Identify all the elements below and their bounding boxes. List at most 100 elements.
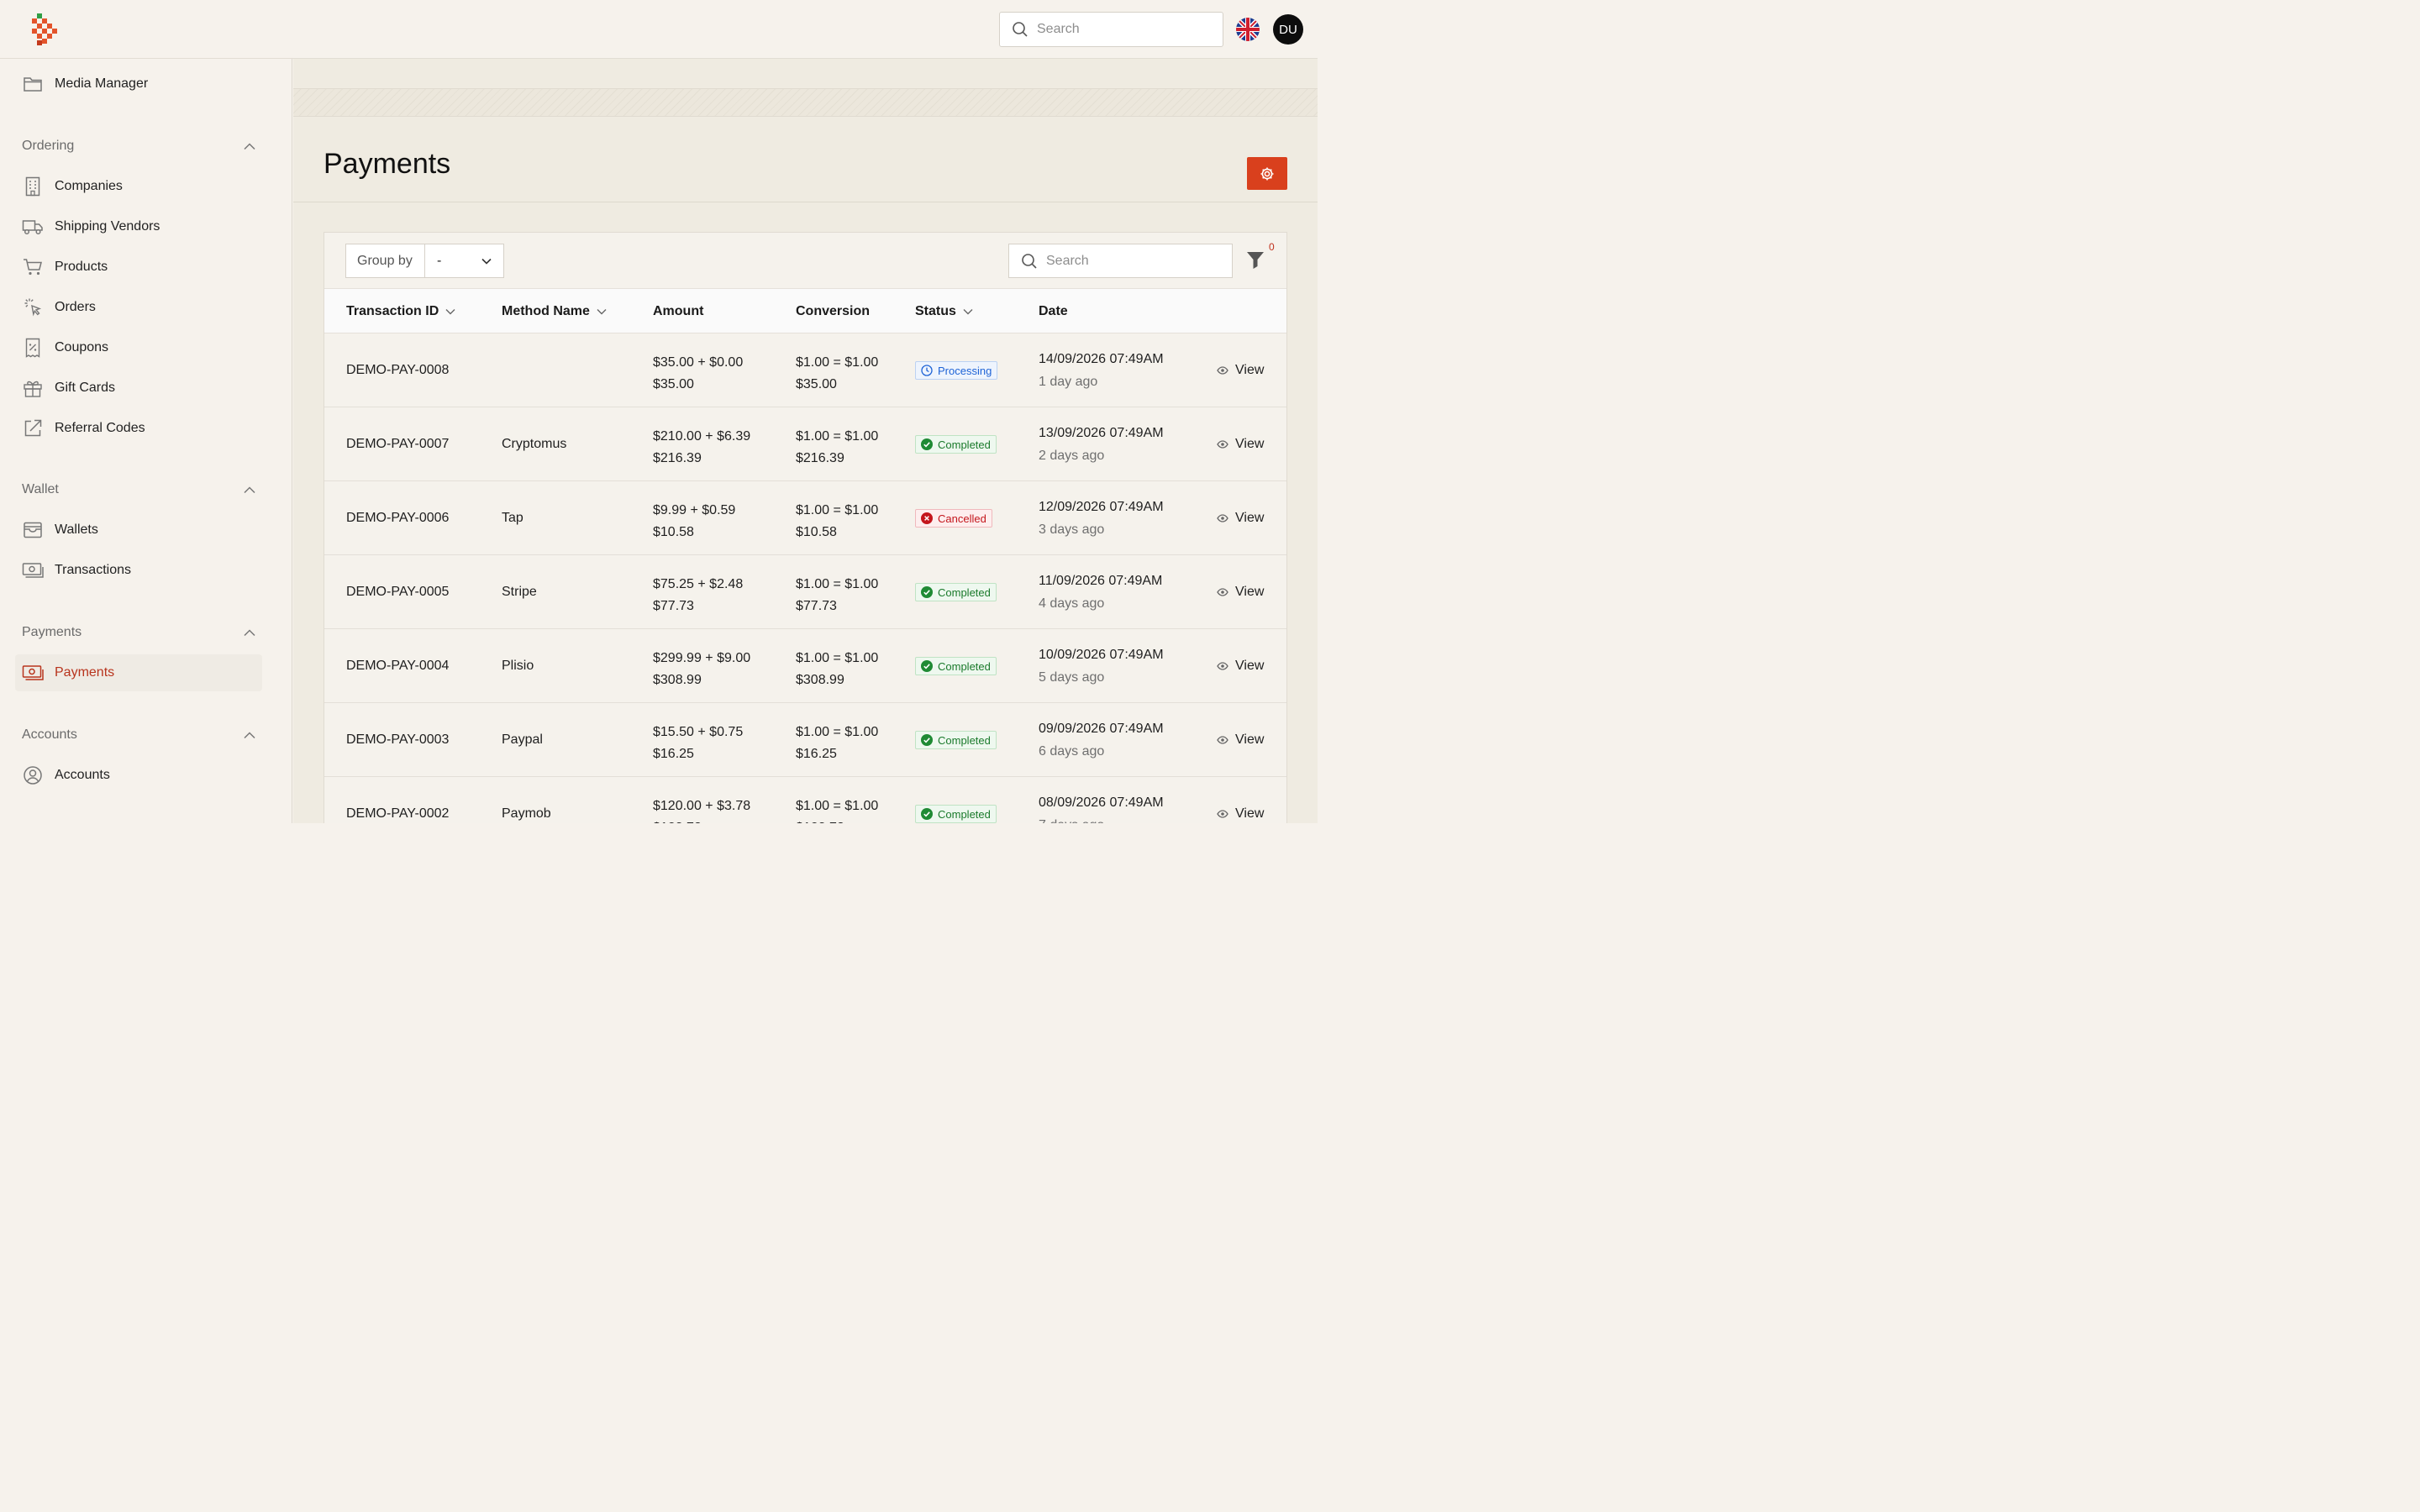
column-label: Amount bbox=[653, 304, 704, 318]
logo-icon[interactable] bbox=[30, 13, 57, 45]
status-cell: Cancelled bbox=[915, 481, 992, 555]
amount-breakdown: $299.99 + $9.00 bbox=[653, 651, 751, 665]
sidebar-item-products[interactable]: Products bbox=[15, 249, 262, 286]
uk-flag-icon[interactable] bbox=[1236, 18, 1260, 41]
user-circle-icon bbox=[22, 764, 44, 786]
header-pattern bbox=[293, 88, 1318, 117]
column-label: Status bbox=[915, 304, 956, 318]
eye-icon bbox=[1217, 366, 1228, 375]
global-search-input[interactable] bbox=[1037, 22, 1205, 37]
amount-total: $35.00 bbox=[653, 377, 694, 391]
date-cell: 13/09/2026 07:49AM 2 days ago bbox=[1039, 423, 1164, 466]
view-button[interactable]: View bbox=[1217, 777, 1264, 823]
column-header-conversion: Conversion bbox=[796, 289, 870, 334]
status-cell: Completed bbox=[915, 777, 997, 823]
amount-breakdown: $210.00 + $6.39 bbox=[653, 429, 751, 444]
table-search[interactable] bbox=[1008, 244, 1233, 278]
external-link-icon bbox=[22, 417, 44, 439]
table-search-input[interactable] bbox=[1046, 253, 1214, 269]
conversion-rate: $1.00 = $1.00 bbox=[796, 725, 879, 739]
building-icon bbox=[22, 176, 44, 197]
chevron-up-icon bbox=[244, 628, 255, 636]
sidebar-item-wallets[interactable]: Wallets bbox=[15, 512, 262, 549]
cash-icon bbox=[22, 662, 44, 684]
method-name: Stripe bbox=[502, 585, 537, 599]
sidebar-section-payments[interactable]: Payments bbox=[22, 622, 255, 643]
group-by-value: - bbox=[437, 253, 442, 268]
status-badge: Processing bbox=[915, 361, 998, 380]
search-icon bbox=[1013, 22, 1028, 37]
table-row: DEMO-PAY-0007 Cryptomus $210.00 + $6.39 … bbox=[324, 407, 1286, 481]
sidebar-item-accounts[interactable]: Accounts bbox=[15, 757, 262, 794]
column-header-status[interactable]: Status bbox=[915, 289, 973, 334]
amount-total: $308.99 bbox=[653, 673, 702, 687]
amount-cell: $9.99 + $0.59 $10.58 bbox=[653, 500, 735, 543]
filter-count-badge: 0 bbox=[1269, 241, 1275, 253]
conversion-cell: $1.00 = $1.00 $77.73 bbox=[796, 574, 878, 617]
chevron-up-icon bbox=[244, 731, 255, 738]
amount-breakdown: $9.99 + $0.59 bbox=[653, 503, 736, 517]
status-label: Completed bbox=[938, 659, 991, 673]
sidebar-section-wallet[interactable]: Wallet bbox=[22, 480, 255, 500]
page-title: Payments bbox=[324, 148, 451, 180]
sidebar-item-payments[interactable]: Payments bbox=[15, 654, 262, 691]
column-label: Date bbox=[1039, 304, 1068, 318]
table-row: DEMO-PAY-0006 Tap $9.99 + $0.59 $10.58 $… bbox=[324, 481, 1286, 555]
status-cell: Processing bbox=[915, 333, 998, 407]
user-avatar[interactable]: DU bbox=[1273, 14, 1303, 45]
top-bar: DU bbox=[0, 0, 1318, 59]
status-label: Completed bbox=[938, 807, 991, 821]
view-button[interactable]: View bbox=[1217, 703, 1264, 777]
filter-icon[interactable] bbox=[1245, 249, 1265, 271]
status-badge: Completed bbox=[915, 583, 997, 601]
sidebar-item-transactions[interactable]: Transactions bbox=[15, 552, 262, 589]
sidebar: Media Manager Ordering Companies Shippin… bbox=[0, 59, 292, 823]
view-button[interactable]: View bbox=[1217, 333, 1264, 407]
group-by-control[interactable]: Group by - bbox=[345, 244, 504, 278]
table-row: DEMO-PAY-0002 Paymob $120.00 + $3.78 $12… bbox=[324, 777, 1286, 823]
folder-icon bbox=[22, 73, 44, 95]
section-title: Wallet bbox=[22, 482, 59, 496]
sidebar-item-orders[interactable]: Orders bbox=[15, 289, 262, 326]
amount-total: $123.78 bbox=[653, 817, 750, 823]
view-label: View bbox=[1235, 437, 1265, 451]
view-label: View bbox=[1235, 806, 1265, 821]
date-value: 09/09/2026 07:49AM bbox=[1039, 722, 1164, 736]
table-row: DEMO-PAY-0003 Paypal $15.50 + $0.75 $16.… bbox=[324, 703, 1286, 777]
group-by-select[interactable]: - bbox=[425, 244, 503, 277]
eye-icon bbox=[1217, 440, 1228, 449]
sidebar-item-referral-codes[interactable]: Referral Codes bbox=[15, 410, 262, 447]
chevron-down-icon bbox=[481, 258, 492, 265]
conversion-total: $216.39 bbox=[796, 451, 844, 465]
view-button[interactable]: View bbox=[1217, 481, 1264, 555]
sidebar-section-ordering[interactable]: Ordering bbox=[22, 136, 255, 156]
view-button[interactable]: View bbox=[1217, 407, 1264, 481]
wallet-icon bbox=[22, 519, 44, 541]
sidebar-item-media-manager[interactable]: Media Manager bbox=[15, 66, 262, 102]
eye-icon bbox=[1217, 662, 1228, 670]
relative-date: 7 days ago bbox=[1039, 816, 1164, 823]
conversion-cell: $1.00 = $1.00 $10.58 bbox=[796, 500, 878, 543]
sidebar-item-coupons[interactable]: Coupons bbox=[15, 329, 262, 366]
transaction-id: DEMO-PAY-0006 bbox=[346, 511, 450, 525]
section-title: Ordering bbox=[22, 139, 75, 153]
sidebar-section-accounts[interactable]: Accounts bbox=[22, 725, 255, 745]
global-search[interactable] bbox=[999, 12, 1223, 47]
view-button[interactable]: View bbox=[1217, 555, 1264, 629]
conversion-total: $123.78 bbox=[796, 817, 878, 823]
column-label: Method Name bbox=[502, 304, 590, 318]
settings-button[interactable] bbox=[1247, 157, 1287, 190]
conversion-cell: $1.00 = $1.00 $35.00 bbox=[796, 352, 878, 396]
method-name: Tap bbox=[502, 511, 523, 525]
column-header-transaction-id[interactable]: Transaction ID bbox=[346, 289, 455, 334]
receipt-percent-icon bbox=[22, 337, 44, 359]
sidebar-item-companies[interactable]: Companies bbox=[15, 168, 262, 205]
view-label: View bbox=[1235, 585, 1265, 599]
sidebar-item-gift-cards[interactable]: Gift Cards bbox=[15, 370, 262, 407]
view-button[interactable]: View bbox=[1217, 629, 1264, 703]
sidebar-item-shipping-vendors[interactable]: Shipping Vendors bbox=[15, 208, 262, 245]
conversion-total: $35.00 bbox=[796, 377, 837, 391]
chevron-up-icon bbox=[244, 142, 255, 150]
column-header-method-name[interactable]: Method Name bbox=[502, 289, 607, 334]
transaction-id: DEMO-PAY-0007 bbox=[346, 437, 450, 451]
